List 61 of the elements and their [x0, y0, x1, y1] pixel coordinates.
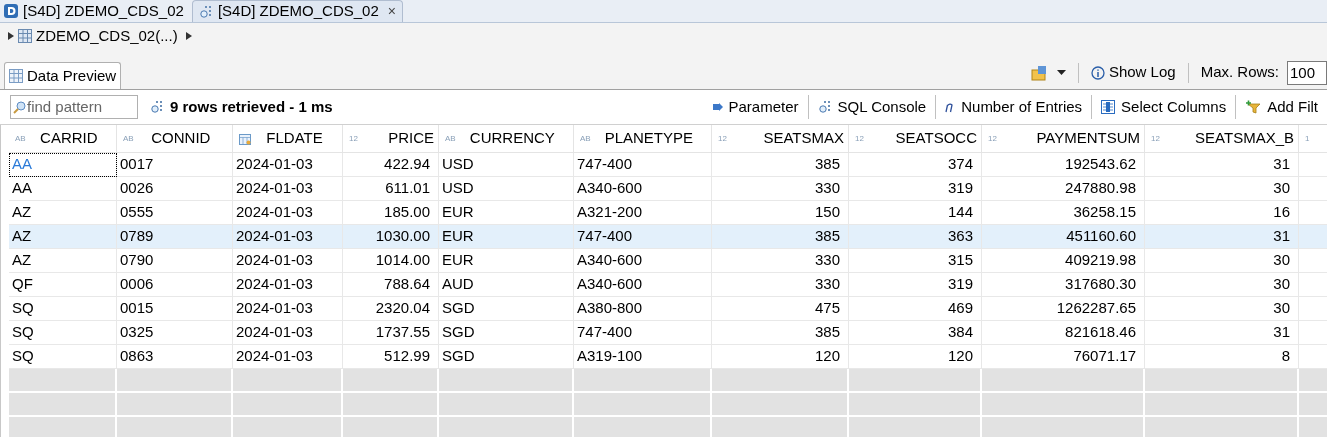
close-button[interactable]: × — [387, 1, 396, 22]
filter-icon — [1245, 100, 1262, 114]
query-icon — [817, 100, 832, 114]
table-icon — [18, 29, 32, 43]
column-header[interactable]: AB CURRENCY — [439, 125, 574, 152]
table-row[interactable]: AZ 0555 2024-01-03 185.00 EUR A321-200 150 144 36258.15 16 — [9, 201, 1327, 225]
editor-tab[interactable]: [S4D] ZDEMO_CDS_02 — [0, 0, 188, 22]
editor-tab[interactable]: [S4D] ZDEMO_CDS_02 × — [191, 0, 403, 22]
number-type-icon: 12 — [855, 132, 864, 145]
column-header[interactable]: 12 PRICE — [343, 125, 439, 152]
text-type-icon: AB — [445, 132, 456, 145]
number-type-icon: 1 — [1305, 132, 1310, 145]
parameter-button[interactable]: Parameter — [703, 95, 808, 119]
number-type-icon: 12 — [349, 132, 358, 145]
parameter-icon — [712, 103, 723, 111]
table-row[interactable]: AA 0017 2024-01-03 422.94 USD 747-400 385 374 192543.62 31 — [9, 153, 1327, 177]
column-header[interactable]: AB PLANETYPE — [574, 125, 712, 152]
text-type-icon: AB — [123, 132, 134, 145]
text-type-icon: AB — [15, 132, 26, 145]
expand-arrow-icon[interactable] — [185, 32, 192, 40]
info-icon — [1090, 65, 1105, 80]
text-type-icon: AB — [580, 132, 591, 145]
column-header[interactable]: AB CONNID — [117, 125, 233, 152]
column-header[interactable]: 12 SEATSMAX — [712, 125, 849, 152]
query-icon — [198, 4, 213, 19]
breadcrumb-item[interactable]: ZDEMO_CDS_02(...) — [36, 24, 178, 48]
search-field[interactable]: find pattern — [10, 95, 138, 119]
n-letter-icon — [945, 101, 956, 113]
entries-button[interactable]: Number of Entries — [936, 95, 1092, 119]
column-header[interactable]: AB CARRID — [9, 125, 117, 152]
number-type-icon: 12 — [718, 132, 727, 145]
column-header[interactable]: 12 PAYMENTSUM — [982, 125, 1145, 152]
database-icon — [4, 4, 18, 18]
table-row[interactable]: SQ 0325 2024-01-03 1737.55 SGD 747-400 385 384 821618.46 31 — [9, 321, 1327, 345]
filter-button[interactable]: Add Filt — [1236, 95, 1327, 119]
export-icon[interactable] — [1030, 64, 1049, 81]
status-text: 9 rows retrieved - 1 ms — [170, 96, 333, 117]
sql-button[interactable]: SQL Console — [808, 95, 936, 119]
columns-button[interactable]: Select Columns — [1092, 95, 1236, 119]
column-header[interactable]: 12 SEATSOCC — [849, 125, 982, 152]
column-header[interactable]: 12 SEATSMAX_B — [1145, 125, 1299, 152]
table-row[interactable]: QF 0006 2024-01-03 788.64 AUD A340-600 330 319 317680.30 30 — [9, 273, 1327, 297]
dropdown-caret-icon[interactable] — [1056, 70, 1066, 75]
expand-arrow-icon[interactable] — [8, 32, 14, 40]
number-type-icon: 12 — [988, 132, 997, 145]
max-rows-field[interactable]: 100 — [1287, 60, 1327, 85]
table-row[interactable]: AA 0026 2024-01-03 611.01 USD A340-600 330 319 247880.98 30 — [9, 177, 1327, 201]
table-row[interactable]: AZ 0790 2024-01-03 1014.00 EUR A340-600 330 315 409219.98 30 — [9, 249, 1327, 273]
columns-icon — [1101, 100, 1116, 114]
query-icon — [150, 100, 164, 114]
number-type-icon: 12 — [1151, 132, 1160, 145]
view-tab[interactable]: Data Preview — [4, 62, 122, 89]
column-header[interactable]: FLDATE — [233, 125, 343, 152]
max-rows-label: Max. Rows: — [1200, 62, 1279, 83]
search-icon — [13, 100, 26, 114]
table-row[interactable]: SQ 0015 2024-01-03 2320.04 SGD A380-800 475 469 1262287.65 30 — [9, 297, 1327, 321]
table-row[interactable]: AZ 0789 2024-01-03 1030.00 EUR 747-400 385 363 451160.60 31 — [9, 225, 1327, 249]
table-row[interactable]: SQ 0863 2024-01-03 512.99 SGD A319-100 120 120 76071.17 8 — [9, 345, 1327, 369]
show-log-button[interactable]: Show Log — [1090, 61, 1176, 84]
table-icon — [9, 69, 23, 83]
calendar-icon — [239, 132, 251, 145]
